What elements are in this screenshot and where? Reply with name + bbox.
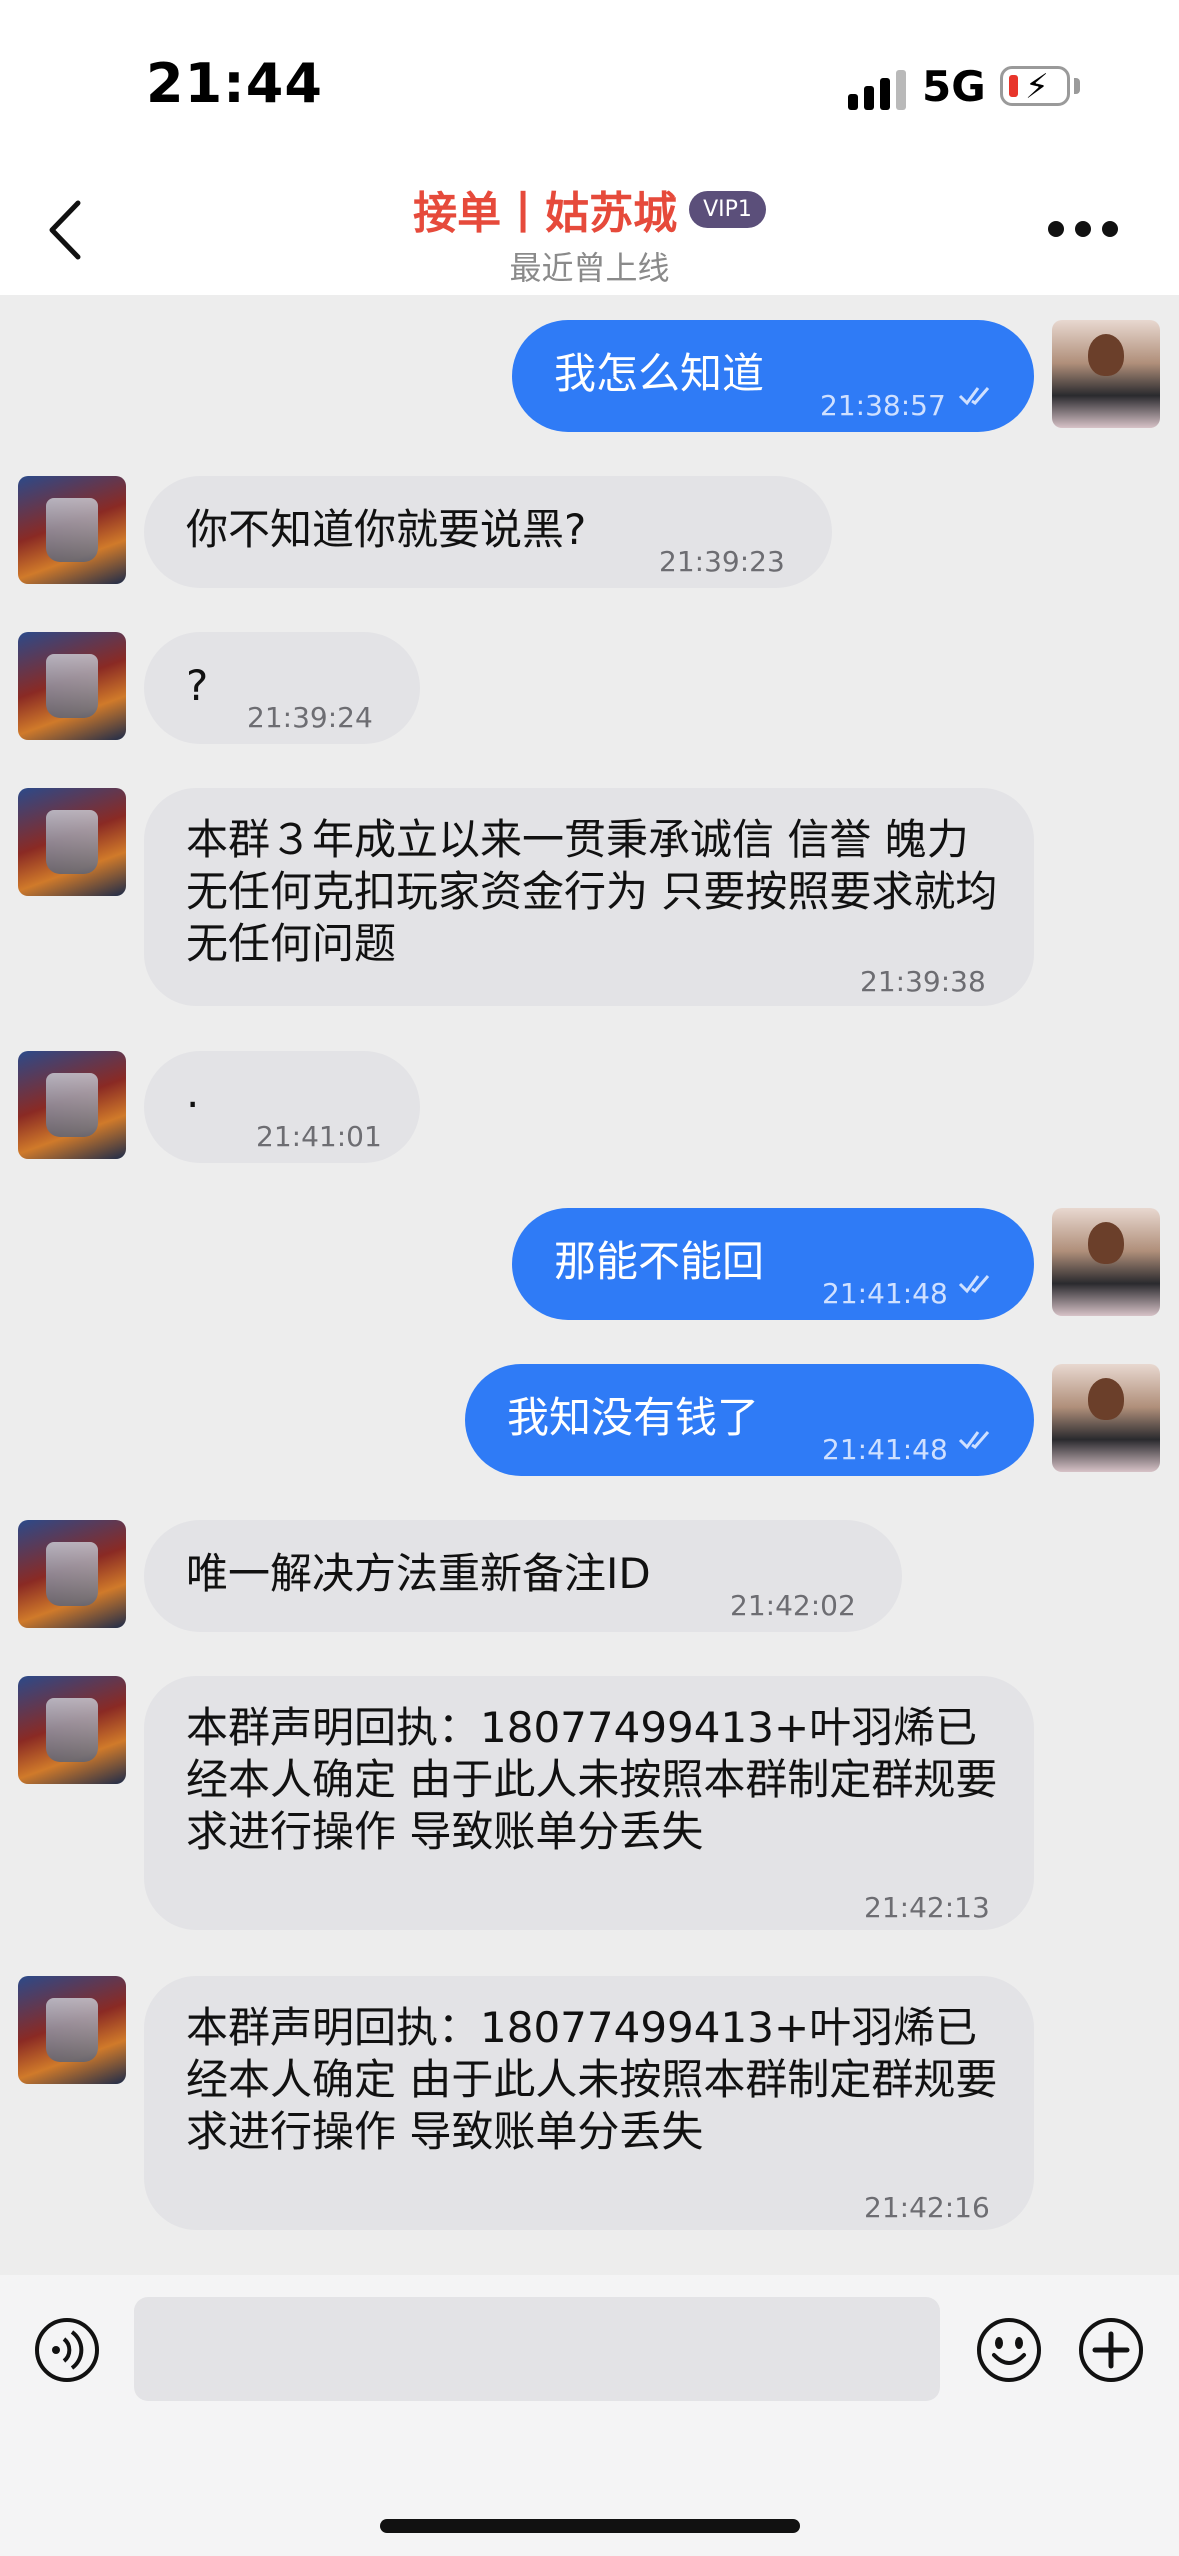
message-bubble-incoming[interactable]: ? 21:39:24 bbox=[144, 632, 420, 744]
message-bubble-incoming[interactable]: 本群声明回执：18077499413+叶羽烯已经本人确定 由于此人未按照本群制定… bbox=[144, 1976, 1034, 2230]
chat-header: 接单丨姑苏城 VIP1 最近曾上线 bbox=[0, 165, 1179, 295]
my-avatar[interactable] bbox=[1052, 1364, 1160, 1472]
message-bubble-outgoing[interactable]: 那能不能回 21:41:48 bbox=[512, 1208, 1034, 1320]
message-text: 我知没有钱了 bbox=[507, 1393, 760, 1442]
status-bar: 21:44 5G ⚡ bbox=[0, 0, 1179, 165]
message-bubble-incoming[interactable]: 你不知道你就要说黑? 21:39:23 bbox=[144, 476, 832, 588]
read-check-icon bbox=[958, 387, 990, 406]
contact-avatar[interactable] bbox=[18, 632, 126, 740]
message-time: 21:41:01 bbox=[256, 1120, 382, 1153]
message-bubble-outgoing[interactable]: 我知没有钱了 21:41:48 bbox=[465, 1364, 1034, 1476]
status-time: 21:44 bbox=[146, 52, 323, 115]
message-bubble-incoming[interactable]: 本群３年成立以来一贯秉承诚信 信誉 魄力 无任何克扣玩家资金行为 只要按照要求就… bbox=[144, 788, 1034, 1006]
message-text: 本群３年成立以来一贯秉承诚信 信誉 魄力 无任何克扣玩家资金行为 只要按照要求就… bbox=[186, 815, 998, 968]
emoji-icon[interactable] bbox=[976, 2317, 1042, 2383]
message-list[interactable]: 我怎么知道 21:38:57 你不知道你就要说黑? 21:39:23 ? 21:… bbox=[0, 295, 1179, 2275]
voice-input-icon[interactable] bbox=[34, 2317, 100, 2383]
battery-icon: ⚡ bbox=[1000, 66, 1070, 107]
online-status: 最近曾上线 bbox=[509, 249, 670, 287]
my-avatar[interactable] bbox=[1052, 1208, 1160, 1316]
message-time: 21:41:48 bbox=[822, 1433, 948, 1466]
message-bubble-incoming[interactable]: · 21:41:01 bbox=[144, 1051, 420, 1163]
message-text: ? bbox=[186, 661, 209, 710]
message-text: · bbox=[186, 1080, 200, 1129]
message-text: 你不知道你就要说黑? bbox=[186, 505, 587, 554]
contact-avatar[interactable] bbox=[18, 1676, 126, 1784]
message-time: 21:39:38 bbox=[860, 965, 986, 998]
chat-title-row[interactable]: 接单丨姑苏城 VIP1 bbox=[0, 177, 1179, 241]
message-time: 21:38:57 bbox=[820, 389, 946, 422]
signal-icon bbox=[848, 70, 910, 110]
message-time: 21:39:24 bbox=[247, 701, 373, 734]
message-time: 21:42:13 bbox=[864, 1891, 990, 1924]
contact-avatar[interactable] bbox=[18, 788, 126, 896]
read-check-icon bbox=[958, 1431, 990, 1450]
add-attachment-icon[interactable] bbox=[1078, 2317, 1144, 2383]
network-type: 5G bbox=[922, 62, 986, 111]
chat-title: 接单丨姑苏城 bbox=[413, 188, 678, 239]
message-time: 21:39:23 bbox=[659, 545, 785, 578]
message-text: 本群声明回执：18077499413+叶羽烯已经本人确定 由于此人未按照本群制定… bbox=[186, 2003, 998, 2156]
contact-avatar[interactable] bbox=[18, 1520, 126, 1628]
message-bubble-incoming[interactable]: 唯一解决方法重新备注ID 21:42:02 bbox=[144, 1520, 902, 1632]
message-time: 21:42:02 bbox=[730, 1589, 856, 1622]
message-text: 本群声明回执：18077499413+叶羽烯已经本人确定 由于此人未按照本群制定… bbox=[186, 1703, 998, 1856]
contact-avatar[interactable] bbox=[18, 476, 126, 584]
message-text: 唯一解决方法重新备注ID bbox=[186, 1549, 651, 1598]
message-input[interactable] bbox=[134, 2297, 940, 2401]
my-avatar[interactable] bbox=[1052, 320, 1160, 428]
message-time: 21:42:16 bbox=[864, 2191, 990, 2224]
message-bubble-outgoing[interactable]: 我怎么知道 21:38:57 bbox=[512, 320, 1034, 432]
home-indicator[interactable] bbox=[380, 2519, 800, 2533]
contact-avatar[interactable] bbox=[18, 1051, 126, 1159]
message-bubble-incoming[interactable]: 本群声明回执：18077499413+叶羽烯已经本人确定 由于此人未按照本群制定… bbox=[144, 1676, 1034, 1930]
battery-tip bbox=[1074, 78, 1080, 94]
vip-badge: VIP1 bbox=[689, 190, 766, 228]
message-time: 21:41:48 bbox=[822, 1277, 948, 1310]
contact-avatar[interactable] bbox=[18, 1976, 126, 2084]
message-text: 那能不能回 bbox=[554, 1237, 765, 1286]
more-options-icon[interactable] bbox=[1048, 217, 1118, 241]
read-check-icon bbox=[958, 1275, 990, 1294]
message-text: 我怎么知道 bbox=[554, 349, 765, 398]
input-bar bbox=[0, 2275, 1179, 2556]
